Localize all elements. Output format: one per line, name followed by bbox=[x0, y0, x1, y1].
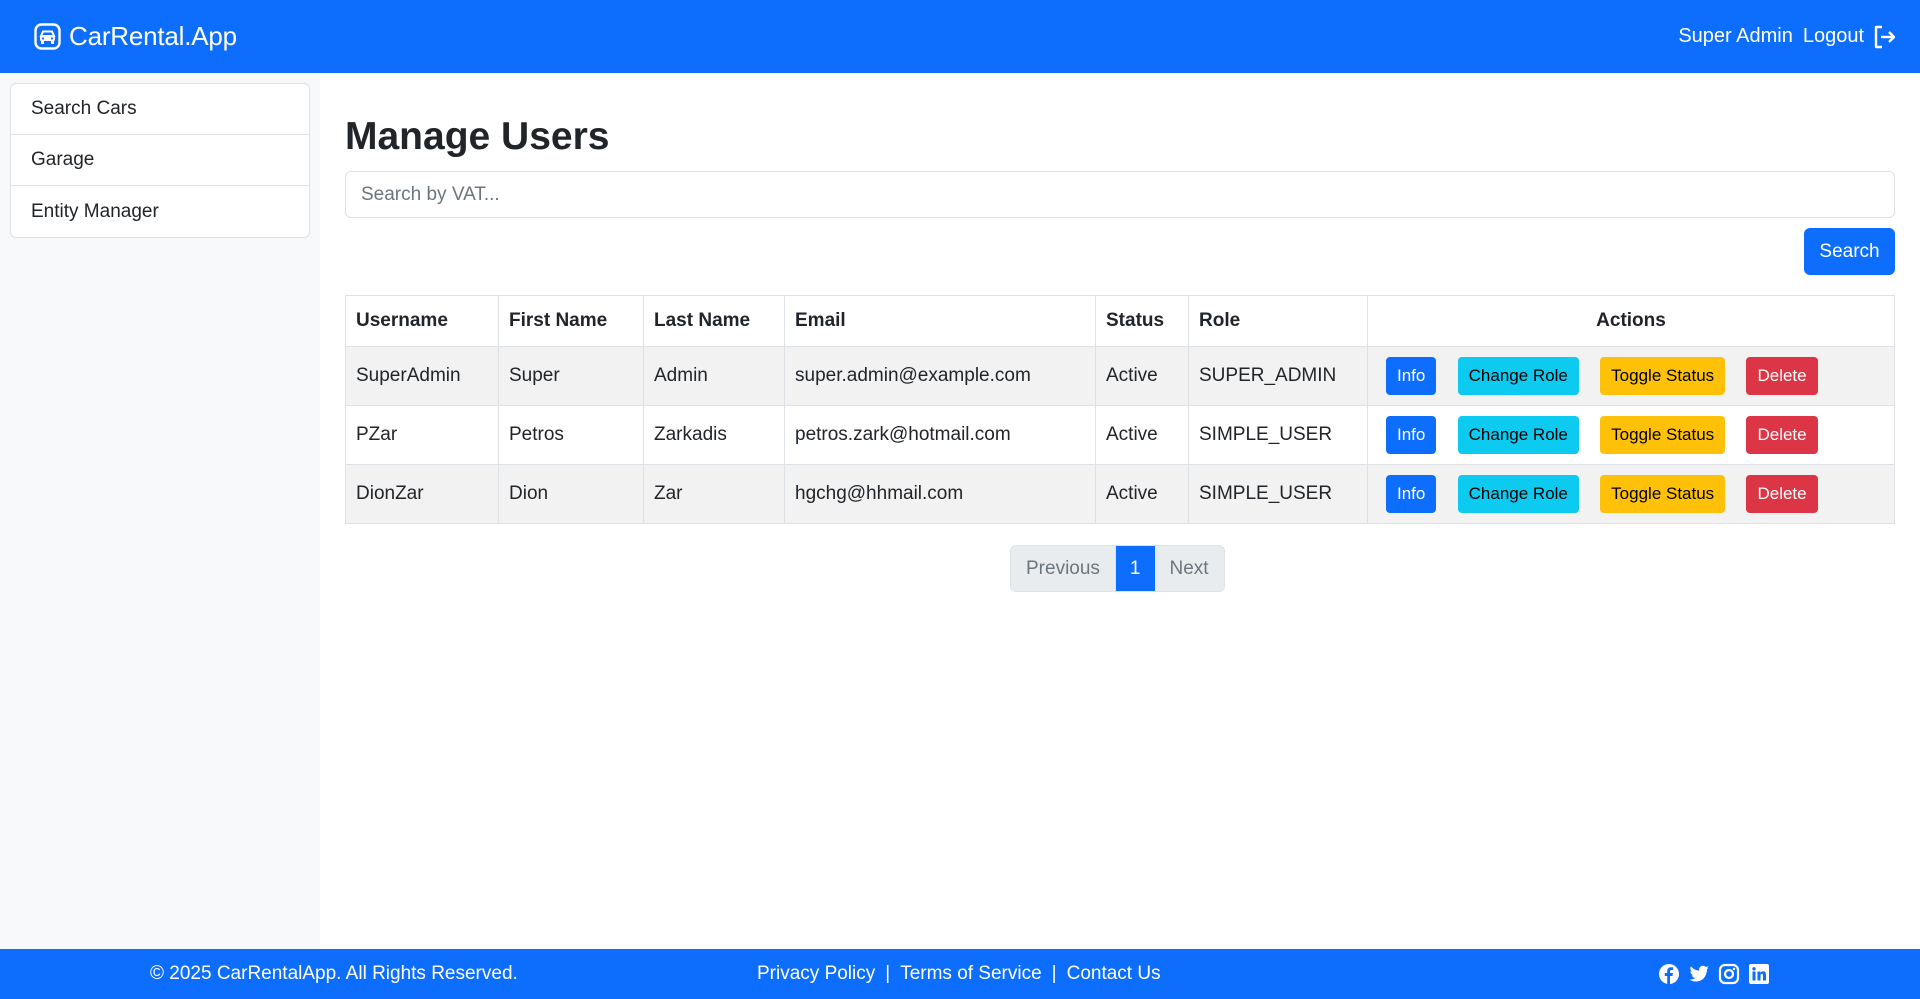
brand-link[interactable]: CarRental.App bbox=[34, 21, 237, 52]
cell-last-name: Admin bbox=[643, 346, 785, 406]
main-content: Manage Users Search Username First Name … bbox=[345, 73, 1895, 949]
cell-role: SIMPLE_USER bbox=[1188, 464, 1368, 524]
toggle-status-button[interactable]: Toggle Status bbox=[1600, 475, 1726, 513]
next-page-button[interactable]: Next bbox=[1154, 546, 1224, 591]
info-button[interactable]: Info bbox=[1386, 416, 1437, 454]
toggle-status-button[interactable]: Toggle Status bbox=[1600, 416, 1726, 454]
contact-us-link[interactable]: Contact Us bbox=[1067, 963, 1161, 985]
cell-username: PZar bbox=[345, 405, 499, 465]
search-button[interactable]: Search bbox=[1804, 228, 1895, 275]
delete-button[interactable]: Delete bbox=[1746, 475, 1818, 513]
delete-button[interactable]: Delete bbox=[1746, 416, 1818, 454]
cell-status: Active bbox=[1095, 464, 1189, 524]
cell-actions: Info Change Role Toggle Status Delete bbox=[1367, 346, 1895, 406]
table-row: DionZar Dion Zar hgchg@hhmail.com Active… bbox=[345, 464, 1895, 524]
copyright-text: © 2025 CarRentalApp. All Rights Reserved… bbox=[150, 963, 518, 984]
logout-button[interactable]: Logout bbox=[1803, 24, 1898, 50]
info-button[interactable]: Info bbox=[1386, 357, 1437, 395]
cell-actions: Info Change Role Toggle Status Delete bbox=[1367, 464, 1895, 524]
brand-name: CarRental.App bbox=[69, 21, 237, 51]
delete-button[interactable]: Delete bbox=[1746, 357, 1818, 395]
page-number-button[interactable]: 1 bbox=[1115, 546, 1155, 591]
cell-status: Active bbox=[1095, 346, 1189, 406]
header-role: Role bbox=[1188, 295, 1368, 347]
cell-email: super.admin@example.com bbox=[784, 346, 1096, 406]
cell-role: SUPER_ADMIN bbox=[1188, 346, 1368, 406]
table-row: PZar Petros Zarkadis petros.zark@hotmail… bbox=[345, 405, 1895, 465]
header-actions: Actions bbox=[1367, 295, 1895, 347]
current-user-name[interactable]: Super Admin bbox=[1678, 25, 1793, 48]
sidebar-item-entity-manager[interactable]: Entity Manager bbox=[11, 186, 309, 237]
footer: © 2025 CarRentalApp. All Rights Reserved… bbox=[0, 949, 1920, 999]
toggle-status-button[interactable]: Toggle Status bbox=[1600, 357, 1726, 395]
sidebar: Search Cars Garage Entity Manager bbox=[0, 73, 320, 949]
info-button[interactable]: Info bbox=[1386, 475, 1437, 513]
user-menu: Super Admin Logout bbox=[1678, 24, 1898, 50]
sidebar-nav: Search Cars Garage Entity Manager bbox=[10, 83, 310, 238]
top-navbar: CarRental.App Super Admin Logout bbox=[0, 0, 1920, 73]
pagination: Previous 1 Next bbox=[1010, 545, 1225, 592]
linkedin-icon[interactable] bbox=[1748, 963, 1770, 985]
previous-page-button[interactable]: Previous bbox=[1011, 546, 1116, 591]
cell-email: petros.zark@hotmail.com bbox=[784, 405, 1096, 465]
instagram-icon[interactable] bbox=[1718, 963, 1740, 985]
cell-first-name: Dion bbox=[498, 464, 644, 524]
footer-links: Privacy Policy | Terms of Service | Cont… bbox=[757, 963, 1161, 985]
footer-separator: | bbox=[1051, 963, 1057, 984]
page-title: Manage Users bbox=[345, 115, 610, 158]
logout-label: Logout bbox=[1802, 25, 1864, 47]
cell-first-name: Petros bbox=[498, 405, 644, 465]
terms-of-service-link[interactable]: Terms of Service bbox=[900, 963, 1041, 985]
cell-last-name: Zar bbox=[643, 464, 785, 524]
change-role-button[interactable]: Change Role bbox=[1457, 357, 1579, 395]
header-first-name: First Name bbox=[498, 295, 644, 347]
cell-first-name: Super bbox=[498, 346, 644, 406]
vat-search-input[interactable] bbox=[345, 171, 1895, 218]
sidebar-item-garage[interactable]: Garage bbox=[11, 135, 309, 186]
header-last-name: Last Name bbox=[643, 295, 785, 347]
users-table: Username First Name Last Name Email Stat… bbox=[345, 295, 1895, 524]
cell-email: hgchg@hhmail.com bbox=[784, 464, 1096, 524]
cell-username: SuperAdmin bbox=[345, 346, 499, 406]
privacy-policy-link[interactable]: Privacy Policy bbox=[757, 963, 875, 985]
change-role-button[interactable]: Change Role bbox=[1457, 475, 1579, 513]
table-header-row: Username First Name Last Name Email Stat… bbox=[345, 295, 1895, 347]
header-email: Email bbox=[784, 295, 1096, 347]
change-role-button[interactable]: Change Role bbox=[1457, 416, 1579, 454]
header-username: Username bbox=[345, 295, 499, 347]
sidebar-item-search-cars[interactable]: Search Cars bbox=[11, 84, 309, 135]
cell-role: SIMPLE_USER bbox=[1188, 405, 1368, 465]
facebook-icon[interactable] bbox=[1658, 963, 1680, 985]
cell-actions: Info Change Role Toggle Status Delete bbox=[1367, 405, 1895, 465]
header-status: Status bbox=[1095, 295, 1189, 347]
cell-last-name: Zarkadis bbox=[643, 405, 785, 465]
cell-username: DionZar bbox=[345, 464, 499, 524]
cell-status: Active bbox=[1095, 405, 1189, 465]
social-links bbox=[1658, 963, 1770, 985]
table-row: SuperAdmin Super Admin super.admin@examp… bbox=[345, 346, 1895, 406]
car-icon bbox=[34, 23, 61, 50]
logout-icon bbox=[1872, 24, 1898, 50]
footer-separator: | bbox=[885, 963, 891, 984]
twitter-icon[interactable] bbox=[1688, 963, 1710, 985]
